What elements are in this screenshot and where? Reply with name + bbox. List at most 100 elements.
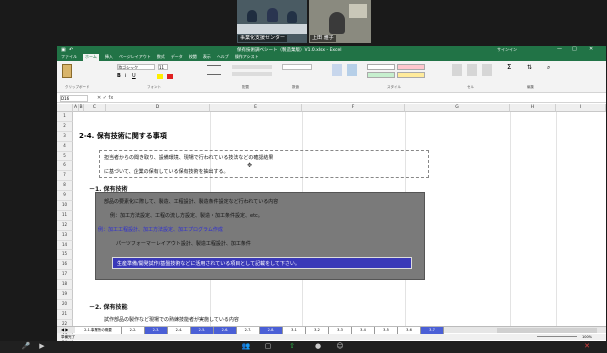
maximize-icon[interactable]: □ xyxy=(572,46,577,52)
video-icon[interactable]: ▶ xyxy=(36,341,48,352)
sheet-tab[interactable]: 2-1.事業所の概要 xyxy=(75,327,122,334)
sheet-tab[interactable]: 3-2 xyxy=(306,327,329,334)
fill-color-icon[interactable] xyxy=(157,74,163,79)
formula-input[interactable] xyxy=(119,95,599,102)
tab-formulas[interactable]: 数式 xyxy=(157,54,165,61)
sheet-tab[interactable]: 2-5. xyxy=(191,327,214,334)
font-size-box[interactable]: 11 xyxy=(158,64,168,70)
mute-icon[interactable]: 🎤 xyxy=(20,341,32,352)
row-header[interactable]: 2 xyxy=(57,121,73,132)
style-good[interactable] xyxy=(367,72,395,78)
style-bad[interactable] xyxy=(397,64,425,70)
column-header[interactable]: C xyxy=(84,104,106,112)
row-header[interactable]: 13 xyxy=(57,230,73,241)
row-header[interactable]: 14 xyxy=(57,240,73,251)
close-icon[interactable]: ✕ xyxy=(589,46,593,52)
tab-home[interactable]: ホーム xyxy=(83,54,99,61)
row-header[interactable]: 15 xyxy=(57,250,73,261)
row-header[interactable]: 16 xyxy=(57,260,73,271)
tab-page-layout[interactable]: ページレイアウト xyxy=(119,54,151,61)
tab-data[interactable]: データ xyxy=(171,54,183,61)
tab-help[interactable]: ヘルプ xyxy=(217,54,229,61)
tab-view[interactable]: 表示 xyxy=(203,54,211,61)
video-tile-left[interactable]: 事業化支援センター xyxy=(237,0,307,43)
sheet-tab[interactable]: 3-1 xyxy=(283,327,306,334)
paste-icon[interactable] xyxy=(62,64,72,78)
row-header[interactable]: 7 xyxy=(57,171,73,182)
row-header[interactable]: 10 xyxy=(57,201,73,211)
share-screen-icon[interactable]: ⇧ xyxy=(286,341,298,352)
font-name-box[interactable]: 游ゴシック xyxy=(117,64,155,70)
tab-review[interactable]: 校閲 xyxy=(189,54,197,61)
style-neutral[interactable] xyxy=(397,72,425,78)
save-icon[interactable]: ▣ xyxy=(61,47,66,53)
horizontal-scrollbar[interactable] xyxy=(497,328,597,333)
tab-tell-me[interactable]: 操作アシスト xyxy=(235,54,259,61)
sheet-tab[interactable]: 3-6 xyxy=(398,327,421,334)
font-color-icon[interactable] xyxy=(167,74,173,79)
row-header[interactable]: 12 xyxy=(57,220,73,231)
conditional-format-icon[interactable] xyxy=(332,64,342,76)
row-header[interactable]: 1 xyxy=(57,112,73,122)
style-normal[interactable] xyxy=(367,64,395,70)
find-select-icon[interactable]: ⌕ xyxy=(547,64,550,72)
row-header[interactable]: 5 xyxy=(57,151,73,162)
tab-insert[interactable]: 挿入 xyxy=(105,54,113,61)
sheet-tab[interactable]: 2-4. xyxy=(168,327,191,334)
autosum-icon[interactable]: Σ xyxy=(507,63,511,71)
sheet-tab[interactable]: 3-7 xyxy=(421,327,444,334)
bold-button[interactable]: B xyxy=(117,73,121,79)
sheet-nav-icon[interactable]: ◀ ▶ xyxy=(61,327,68,333)
sheet-tab[interactable]: 2-2. xyxy=(122,327,145,334)
wrap-text-icon[interactable] xyxy=(232,65,272,69)
row-header[interactable]: 17 xyxy=(57,270,73,281)
row-header[interactable]: 19 xyxy=(57,290,73,300)
underline-button[interactable]: U xyxy=(132,73,136,79)
fx-icon[interactable]: ✕ ✓ fx xyxy=(97,95,113,101)
sheet-tab[interactable]: 3-5 xyxy=(375,327,398,334)
row-header[interactable]: 11 xyxy=(57,210,73,221)
sheet-tab[interactable]: 2-3. xyxy=(145,327,168,334)
align-icon[interactable] xyxy=(207,65,221,75)
column-header[interactable]: F xyxy=(302,104,405,112)
row-header[interactable]: 18 xyxy=(57,280,73,291)
video-tile-right[interactable]: 上田 雅子 xyxy=(309,0,371,43)
chat-icon[interactable]: ▢ xyxy=(262,341,274,352)
merge-icon[interactable] xyxy=(232,72,272,76)
column-header[interactable]: I xyxy=(556,104,606,112)
sort-filter-icon[interactable]: ⇅ xyxy=(527,64,532,71)
corner-select-all[interactable] xyxy=(57,104,73,112)
row-header[interactable]: 21 xyxy=(57,309,73,320)
row-header[interactable]: 20 xyxy=(57,299,73,310)
sheet-tab[interactable]: 2-6. xyxy=(214,327,237,334)
reactions-icon[interactable]: ☺ xyxy=(334,341,346,352)
insert-cells-icon[interactable] xyxy=(452,64,462,76)
row-header[interactable]: 8 xyxy=(57,181,73,192)
row-header[interactable]: 4 xyxy=(57,141,73,152)
tab-file[interactable]: ファイル xyxy=(61,54,77,61)
row-header[interactable]: 3 xyxy=(57,131,73,142)
sheet-tab[interactable]: 3-3 xyxy=(329,327,352,334)
name-box[interactable]: D16 xyxy=(60,95,88,102)
record-icon[interactable]: ● xyxy=(312,341,324,352)
row-header[interactable]: 9 xyxy=(57,191,73,202)
sheet-tab[interactable]: 3-4 xyxy=(352,327,375,334)
minimize-icon[interactable]: — xyxy=(557,46,562,52)
number-format-box[interactable] xyxy=(282,64,312,70)
column-header[interactable]: H xyxy=(510,104,556,112)
format-as-table-icon[interactable] xyxy=(347,64,357,76)
sheet-tab[interactable]: 2-8. xyxy=(260,327,283,334)
column-header[interactable]: D xyxy=(106,104,210,112)
format-cells-icon[interactable] xyxy=(482,64,492,76)
italic-button[interactable]: I xyxy=(125,73,126,79)
participants-icon[interactable]: 👥 xyxy=(240,341,252,352)
column-header[interactable]: G xyxy=(405,104,510,112)
sheet-tab[interactable]: 2-7. xyxy=(237,327,260,334)
account-link[interactable]: サインイン xyxy=(497,47,517,53)
end-meeting-icon[interactable]: ✕ xyxy=(580,341,594,352)
delete-cells-icon[interactable] xyxy=(467,64,477,76)
undo-icon[interactable]: ↶ xyxy=(69,47,73,53)
row-header[interactable]: 6 xyxy=(57,161,73,172)
zoom-slider[interactable] xyxy=(537,336,577,337)
worksheet[interactable]: A B C D E F G H I 1 2 3 4 5 6 7 8 9 10 1… xyxy=(57,104,606,350)
